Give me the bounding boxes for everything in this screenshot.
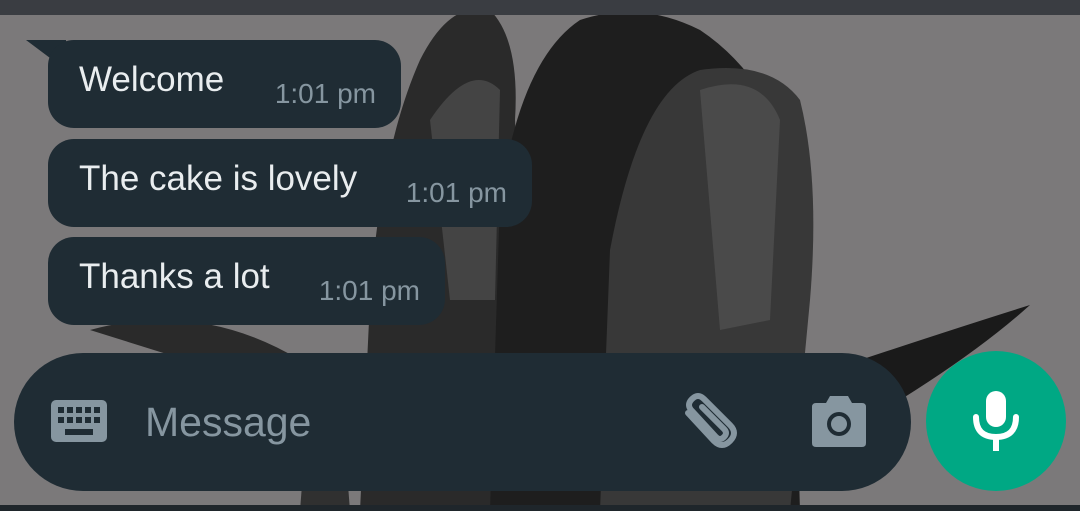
message-text: Thanks a lot — [79, 257, 270, 296]
message-text: Welcome — [79, 60, 225, 99]
camera-icon[interactable] — [808, 393, 870, 449]
status-bar-edge — [0, 0, 1080, 15]
microphone-icon — [973, 391, 1019, 451]
message-bubble[interactable]: Welcome 1:01 pm — [48, 40, 401, 128]
paperclip-icon[interactable] — [674, 391, 742, 455]
message-bubble[interactable]: Thanks a lot 1:01 pm — [48, 237, 445, 325]
message-bubble[interactable]: The cake is lovely 1:01 pm — [48, 139, 532, 227]
message-text: The cake is lovely — [79, 159, 358, 198]
keyboard-icon[interactable] — [51, 400, 107, 442]
message-composer: Message — [14, 353, 911, 491]
message-time: 1:01 pm — [274, 78, 376, 109]
message-time: 1:01 pm — [405, 177, 507, 208]
voice-record-button[interactable] — [926, 351, 1066, 491]
navigation-bar-edge — [0, 505, 1080, 511]
message-input[interactable]: Message — [145, 399, 311, 446]
message-time: 1:01 pm — [318, 275, 420, 306]
